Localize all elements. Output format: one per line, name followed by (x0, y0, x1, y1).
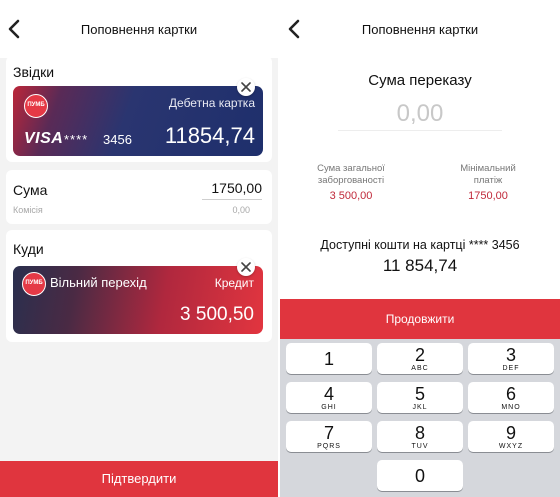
commission-label: Комісія (13, 205, 43, 215)
destination-card[interactable]: ПУМБ Вільний перехід Кредит 3 500,50 (13, 266, 263, 334)
commission-value: 0,00 (232, 205, 250, 215)
amount-section: Сума 1750,00 Комісія 0,00 (6, 170, 272, 224)
key-8[interactable]: 8 TUV (377, 421, 463, 452)
key-7[interactable]: 7 PQRS (286, 421, 372, 452)
card-last4: 3456 (103, 132, 132, 147)
amount-underline (202, 199, 262, 200)
key-2[interactable]: 2 ABC (377, 343, 463, 374)
top-up-form-screen: Поповнення картки Звідки ПУМБ Дебетна ка… (0, 0, 278, 497)
source-card[interactable]: ПУМБ Дебетна картка VISA **** 3456 11854… (13, 86, 263, 156)
key-0[interactable]: 0 (377, 460, 463, 491)
visa-logo: VISA (24, 130, 64, 147)
amount-heading: Сума переказу (368, 72, 472, 89)
card-type: Дебетна картка (168, 96, 255, 110)
available-funds-value: 11 854,74 (382, 256, 458, 275)
bank-logo: ПУМБ (22, 272, 46, 296)
page-title: Поповнення картки (361, 22, 479, 37)
continue-button[interactable]: Продовжити (280, 299, 560, 339)
page-title: Поповнення картки (80, 22, 198, 37)
card-type: Кредит (214, 276, 254, 290)
amount-input[interactable]: 1750,00 (202, 180, 262, 196)
amount-underline (338, 130, 502, 131)
key-4[interactable]: 4 GHI (286, 382, 372, 413)
amount-field[interactable]: 0,00 (280, 100, 560, 128)
close-icon (241, 262, 251, 272)
card-balance: 11854,74 (164, 123, 255, 148)
card-balance: 3 500,50 (180, 304, 254, 325)
key-9[interactable]: 9 WXYZ (468, 421, 554, 452)
confirm-button[interactable]: Підтвердити (0, 461, 278, 497)
min-payment-label: Мінімальний платіж (460, 163, 516, 186)
remove-destination-button[interactable] (237, 258, 255, 276)
available-funds-label: Доступні кошти на картці **** 3456 (320, 238, 520, 252)
key-3[interactable]: 3 DEF (468, 343, 554, 374)
key-1[interactable]: 1 (286, 343, 372, 374)
top-bar: Поповнення картки (280, 0, 560, 58)
total-debt-label: Сума загальної заборгованості (317, 163, 385, 186)
key-5[interactable]: 5 JKL (377, 382, 463, 413)
to-label: Куди (13, 241, 44, 257)
card-name: Вільний перехід (50, 275, 147, 290)
from-label: Звідки (13, 64, 55, 80)
bank-logo: ПУМБ (24, 94, 48, 118)
top-bar: Поповнення картки (0, 0, 278, 58)
card-mask: **** (64, 132, 89, 147)
screen: Поповнення картки Звідки ПУМБ Дебетна ка… (0, 0, 560, 497)
key-6[interactable]: 6 MNO (468, 382, 554, 413)
remove-source-button[interactable] (237, 78, 255, 96)
total-debt-value: 3 500,00 (329, 190, 373, 202)
to-section: Куди ПУМБ Вільний перехід Кредит 3 500,5… (6, 230, 272, 342)
amount-label: Сума (13, 182, 48, 198)
close-icon (241, 82, 251, 92)
min-payment-value: 1750,00 (468, 190, 508, 202)
from-section: Звідки ПУМБ Дебетна картка VISA **** 345… (6, 56, 272, 162)
numeric-keypad: 1 2 ABC 3 DEF 4 GHI 5 JKL 6 MNO 7 PQRS 8 TUV 9W… (280, 339, 560, 497)
